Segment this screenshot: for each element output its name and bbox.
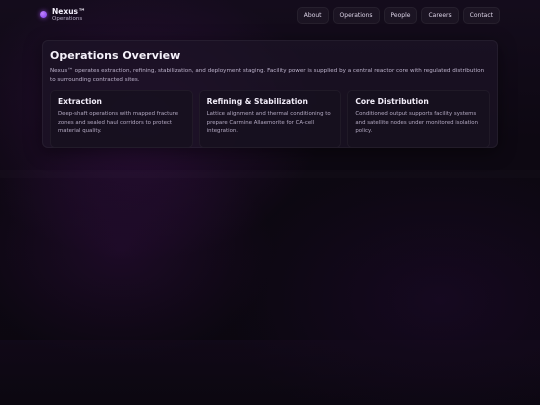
card-extraction: Extraction Deep-shaft operations with ma… — [50, 90, 193, 149]
brand-text: Nexus™ Operations — [52, 6, 86, 23]
brand-subtitle: Operations — [52, 15, 83, 22]
card-body: Deep-shaft operations with mapped fractu… — [58, 111, 179, 135]
brand[interactable]: Nexus™ Operations — [40, 6, 86, 23]
nav-item-about[interactable]: About — [296, 6, 329, 24]
card-title: Refining & Stabilization — [206, 97, 308, 107]
page-title: Operations Overview — [50, 49, 181, 62]
site-header: Nexus™ Operations About Operations Peopl… — [0, 0, 540, 30]
card-body: Lattice alignment and thermal conditioni… — [206, 111, 331, 135]
background-band — [0, 340, 540, 405]
card-title: Core Distribution — [355, 97, 429, 107]
operations-overview-panel: Operations Overview Nexus™ operates extr… — [42, 40, 498, 149]
background-band — [0, 170, 540, 178]
brand-logo-icon — [40, 11, 47, 19]
card-title: Extraction — [58, 97, 102, 107]
nav-item-contact[interactable]: Contact — [462, 6, 500, 24]
overview-description: Nexus™ operates extraction, refining, st… — [50, 68, 485, 83]
main-nav: About Operations People Careers Contact — [296, 6, 500, 24]
card-core-distribution: Core Distribution Conditioned output sup… — [347, 90, 491, 149]
brand-name: Nexus™ — [52, 6, 86, 16]
nav-item-careers[interactable]: Careers — [421, 6, 459, 24]
card-refining-stabilization: Refining & Stabilization Lattice alignme… — [198, 90, 342, 149]
operations-cards: Extraction Deep-shaft operations with ma… — [50, 90, 491, 149]
card-body: Conditioned output supports facility sys… — [355, 111, 479, 135]
nav-item-people[interactable]: People — [383, 6, 418, 24]
nav-item-operations[interactable]: Operations — [332, 6, 380, 24]
